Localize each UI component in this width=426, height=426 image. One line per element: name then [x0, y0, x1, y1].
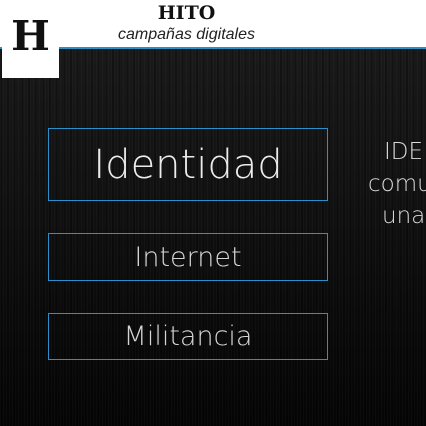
logo-letter: H	[11, 11, 50, 60]
nav-button-militancia[interactable]: Militancia	[48, 313, 328, 360]
nav-button-label: Internet	[134, 241, 242, 273]
description-line: IDE	[384, 139, 424, 165]
nav-button-internet[interactable]: Internet	[48, 233, 328, 281]
nav-button-label: Militancia	[123, 321, 253, 352]
page: HITO campañas digitales H Identidad Inte…	[0, 0, 426, 426]
description-line: comu	[368, 171, 426, 197]
site-title[interactable]: HITO	[114, 2, 259, 24]
logo[interactable]: H	[2, 0, 59, 78]
description-text: IDE comu una	[362, 136, 426, 232]
nav-button-label: Identidad	[93, 141, 283, 188]
header-bar: HITO campañas digitales	[0, 0, 426, 49]
description-line: una	[382, 203, 426, 229]
nav-button-identidad[interactable]: Identidad	[48, 128, 328, 201]
site-tagline: campañas digitales	[118, 26, 255, 43]
